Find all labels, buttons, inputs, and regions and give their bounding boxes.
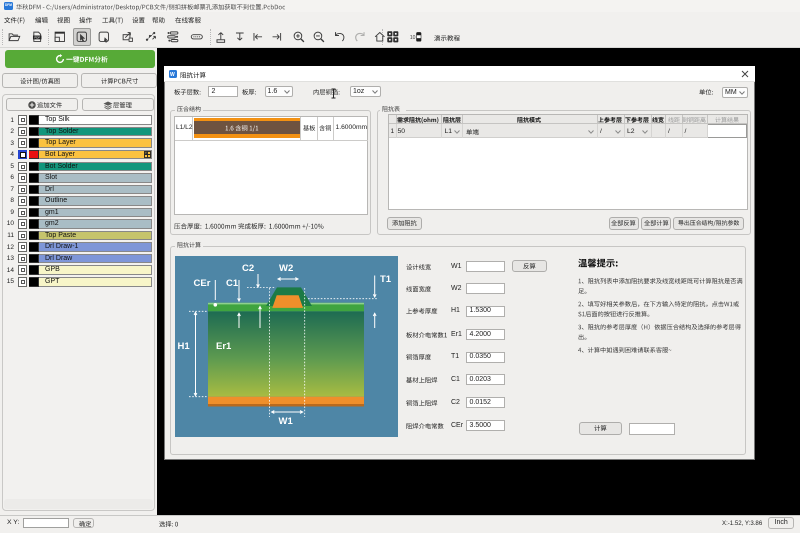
svg-text:PDF: PDF xyxy=(35,35,41,39)
svg-text:10: 10 xyxy=(410,35,416,41)
